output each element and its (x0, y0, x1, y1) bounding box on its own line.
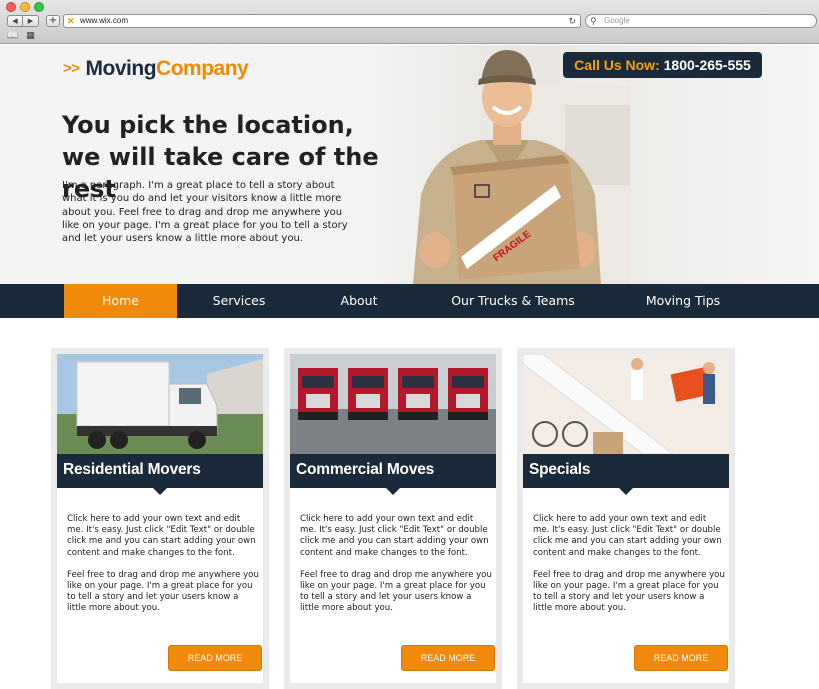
card-residential-movers: Residential Movers Click here to add you… (51, 348, 269, 689)
reload-icon[interactable]: ↻ (568, 15, 576, 27)
nav-item-about[interactable]: About (301, 284, 417, 318)
nav-item-services[interactable]: Services (177, 284, 301, 318)
red-trucks-photo (290, 354, 496, 454)
forward-button[interactable]: ▶ (23, 15, 39, 27)
card-text: Click here to add your own text and edit… (533, 514, 725, 615)
card-title: Commercial Moves (296, 461, 435, 478)
card-commercial-moves: Commercial Moves Click here to add your … (284, 348, 502, 689)
card-paragraph-1: Click here to add your own text and edit… (533, 514, 722, 558)
back-button[interactable]: ◀ (7, 15, 23, 27)
window-controls (6, 2, 44, 12)
logo-text-company: Company (156, 57, 249, 80)
nav-item-our-trucks-teams[interactable]: Our Trucks & Teams (417, 284, 609, 318)
read-more-button[interactable]: READ MORE (168, 645, 262, 671)
card-title: Residential Movers (63, 461, 201, 478)
main-nav: Home Services About Our Trucks & Teams M… (0, 284, 819, 318)
card-paragraph-2: Feel free to drag and drop me anywhere y… (533, 569, 725, 614)
card-paragraph-1: Click here to add your own text and edit… (67, 514, 256, 558)
phone-number: 1800-265-555 (663, 57, 751, 73)
nav-item-home[interactable]: Home (64, 284, 177, 318)
search-placeholder: Google (604, 16, 630, 25)
card-body: Residential Movers Click here to add you… (57, 354, 263, 683)
read-more-button[interactable]: READ MORE (401, 645, 495, 671)
hero-section: >> MovingCompany Call Us Now: 1800-265-55… (0, 45, 819, 284)
card-paragraph-2: Feel free to drag and drop me anywhere y… (300, 569, 492, 614)
minimize-window-button[interactable] (20, 2, 30, 12)
zoom-window-button[interactable] (34, 2, 44, 12)
card-body: Specials Click here to add your own text… (523, 354, 729, 683)
search-input[interactable]: ⚲ Google (585, 14, 817, 28)
reading-list-icon[interactable]: 📖 (7, 31, 18, 41)
top-sites-icon[interactable]: ▦ (26, 31, 35, 41)
close-window-button[interactable] (6, 2, 16, 12)
card-title: Specials (529, 461, 591, 478)
browser-chrome: ◀ ▶ + ✕ www.wix.com ↻ ⚲ Google 📖 ▦ (0, 0, 819, 44)
bookmarks-bar: 📖 ▦ (7, 31, 35, 41)
hero-paragraph: I'm a paragraph. I'm a great place to te… (62, 180, 348, 245)
moving-truck-photo (57, 354, 263, 454)
card-specials: Specials Click here to add your own text… (517, 348, 735, 689)
card-notch (619, 488, 633, 495)
history-buttons: ◀ ▶ (7, 15, 39, 27)
address-url: www.wix.com (80, 16, 129, 25)
card-notch (386, 488, 400, 495)
address-bar[interactable]: ✕ www.wix.com ↻ (63, 14, 581, 28)
site-logo[interactable]: >> MovingCompany (63, 56, 249, 82)
site-favicon-icon: ✕ (67, 16, 75, 26)
card-body: Commercial Moves Click here to add your … (290, 354, 496, 683)
read-more-button[interactable]: READ MORE (634, 645, 728, 671)
new-tab-button[interactable]: + (46, 15, 60, 27)
card-notch (153, 488, 167, 495)
card-text: Click here to add your own text and edit… (67, 514, 259, 615)
mover-with-box-image: FRAGILE (413, 50, 630, 284)
card-paragraph-1: Click here to add your own text and edit… (300, 514, 489, 558)
logo-text-moving: Moving (85, 57, 157, 80)
logo-arrows-icon: >> (63, 60, 80, 77)
card-paragraph-2: Feel free to drag and drop me anywhere y… (67, 569, 259, 614)
search-icon: ⚲ (590, 16, 597, 26)
movers-stairs-photo (523, 354, 729, 454)
hero-headline-line1: You pick the location, (62, 111, 354, 139)
nav-item-moving-tips[interactable]: Moving Tips (609, 284, 757, 318)
card-text: Click here to add your own text and edit… (300, 514, 492, 615)
